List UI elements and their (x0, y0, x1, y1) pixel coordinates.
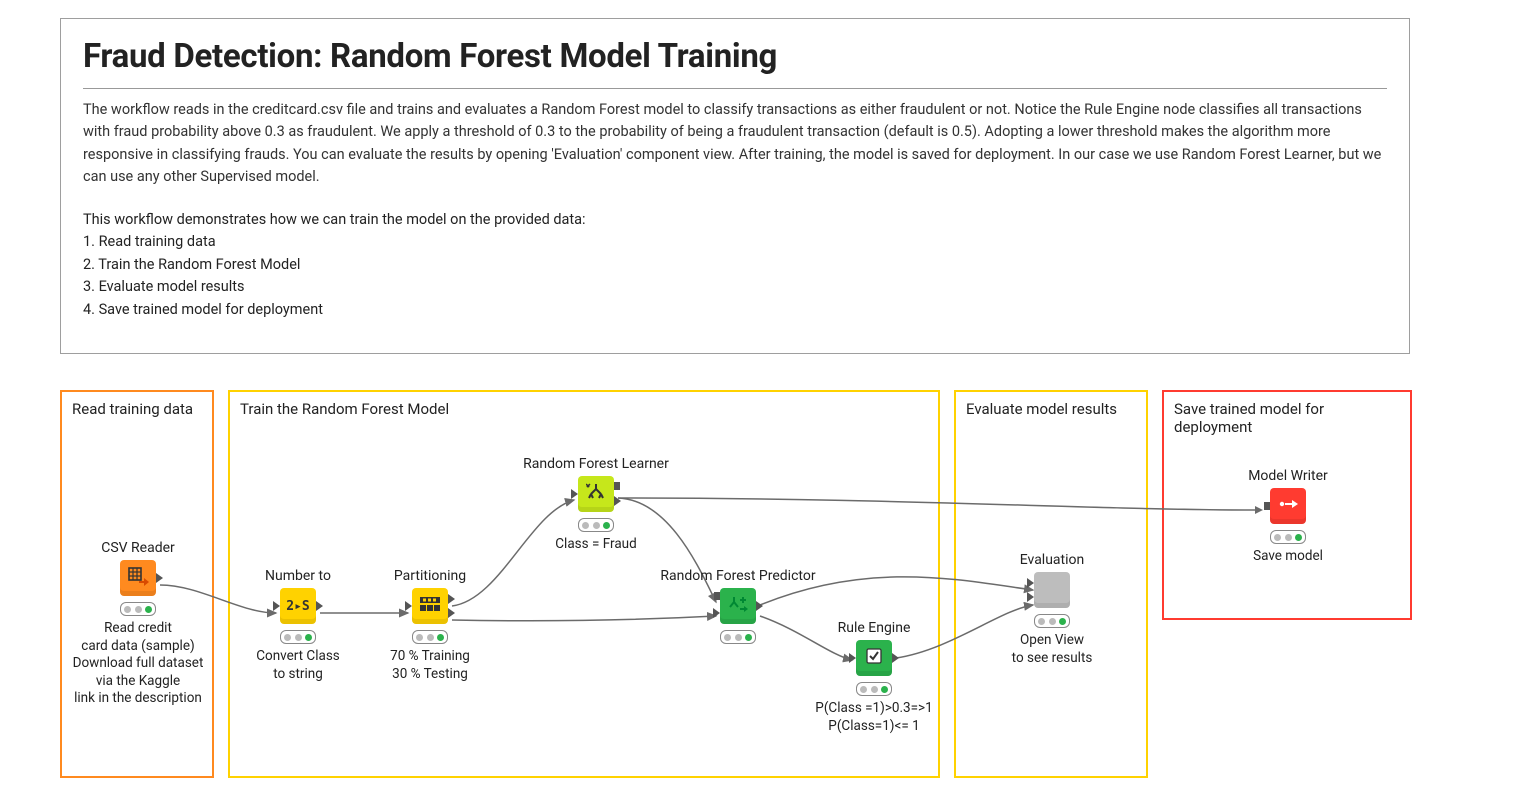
checklist-icon (865, 647, 883, 669)
node-rf-learner-status (578, 518, 614, 532)
node-model-writer[interactable]: Model Writer Save model (1208, 468, 1368, 566)
model-write-icon (1278, 497, 1298, 515)
steps-intro: This workflow demonstrates how we can tr… (83, 209, 1387, 231)
node-evaluation-body[interactable] (1034, 572, 1070, 608)
node-evaluation-title: Evaluation (972, 552, 1132, 568)
node-model-writer-status (1270, 530, 1306, 544)
node-rule-engine-title: Rule Engine (794, 620, 954, 636)
node-rule-engine-status (856, 682, 892, 696)
node-rf-predictor-status (720, 630, 756, 644)
node-csv-reader-title: CSV Reader (58, 540, 218, 556)
node-rf-learner-body[interactable] (578, 476, 614, 512)
node-rf-predictor-body[interactable] (720, 588, 756, 624)
node-csv-reader-caption: Read credit card data (sample) Download … (58, 620, 218, 708)
node-csv-reader[interactable]: CSV Reader Read credit card data (sample… (58, 540, 218, 708)
node-rf-predictor-title: Random Forest Predictor (658, 568, 818, 584)
step-3: 3. Evaluate model results (83, 276, 1387, 298)
page-title: Fraud Detection: Random Forest Model Tra… (83, 37, 1387, 76)
node-partitioning-title: Partitioning (350, 568, 510, 584)
step-1: 1. Read training data (83, 231, 1387, 253)
node-number-to-string-body[interactable]: 2▸S (280, 588, 316, 624)
node-evaluation-caption: Open View to see results (972, 632, 1132, 667)
node-rf-learner-caption: Class = Fraud (516, 536, 676, 554)
zone-save-title: Save trained model for deployment (1174, 400, 1400, 436)
zone-eval-title: Evaluate model results (966, 400, 1136, 418)
number-to-string-icon: 2▸S (286, 599, 309, 614)
header-description: The workflow reads in the creditcard.csv… (83, 99, 1387, 189)
header-steps: This workflow demonstrates how we can tr… (83, 209, 1387, 321)
node-csv-reader-status (120, 602, 156, 616)
node-number-to-string-status (280, 630, 316, 644)
node-partitioning-status (412, 630, 448, 644)
node-rule-engine-body[interactable] (856, 640, 892, 676)
node-rf-learner-title: Random Forest Learner (516, 456, 676, 472)
zone-train-title: Train the Random Forest Model (240, 400, 928, 418)
partition-icon (420, 597, 440, 615)
zone-read-title: Read training data (72, 400, 202, 418)
node-rf-learner[interactable]: Random Forest Learner Class = Fraud (516, 456, 676, 554)
node-rule-engine[interactable]: Rule Engine P(Class =1)>0.3=>1 P(Class=1… (794, 620, 954, 735)
node-csv-reader-body[interactable] (120, 560, 156, 596)
node-model-writer-caption: Save model (1208, 548, 1368, 566)
node-partitioning-caption: 70 % Training 30 % Testing (350, 648, 510, 683)
step-2: 2. Train the Random Forest Model (83, 254, 1387, 276)
header-panel: Fraud Detection: Random Forest Model Tra… (60, 18, 1410, 354)
step-4: 4. Save trained model for deployment (83, 299, 1387, 321)
header-divider (83, 88, 1387, 89)
node-partitioning[interactable]: Partitioning 70 % Training 30 % Testing (350, 568, 510, 683)
node-model-writer-title: Model Writer (1208, 468, 1368, 484)
tree-icon (586, 482, 606, 506)
node-rule-engine-caption: P(Class =1)>0.3=>1 P(Class=1)<= 1 (794, 700, 954, 735)
table-arrow-icon (127, 565, 149, 591)
node-evaluation-status (1034, 614, 1070, 628)
node-model-writer-body[interactable] (1270, 488, 1306, 524)
tree-predict-icon (728, 594, 748, 618)
node-partitioning-body[interactable] (412, 588, 448, 624)
node-evaluation[interactable]: Evaluation Open View to see results (972, 552, 1132, 667)
